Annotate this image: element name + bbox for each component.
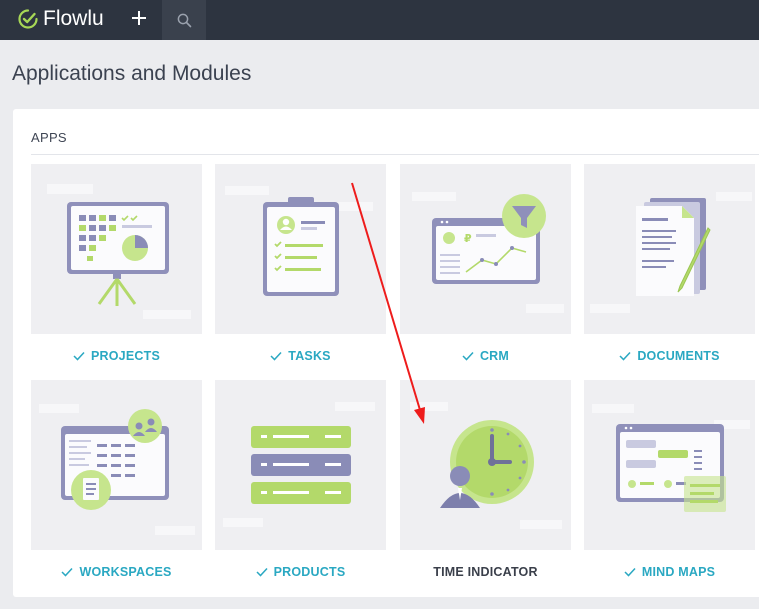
presentation-board-icon [67, 202, 169, 306]
section-divider [31, 154, 759, 155]
app-label: MIND MAPS [584, 550, 755, 594]
app-label: PROJECTS [31, 334, 202, 378]
search-icon [177, 13, 191, 27]
app-thumbnail [31, 164, 202, 334]
app-label: CRM [400, 334, 571, 378]
app-label: TIME INDICATOR [400, 550, 571, 594]
app-card-projects[interactable]: PROJECTS [31, 164, 202, 378]
app-label: TASKS [215, 334, 386, 378]
app-thumbnail [215, 380, 386, 550]
app-thumbnail [31, 380, 202, 550]
app-card-time-indicator[interactable]: TIME INDICATOR [400, 380, 571, 594]
documents-pen-icon [636, 198, 711, 296]
flowlu-logo[interactable]: Flowlu [18, 6, 104, 32]
app-label: DOCUMENTS [584, 334, 755, 378]
app-name: MIND MAPS [641, 565, 716, 579]
app-name: PRODUCTS [273, 565, 346, 579]
app-thumbnail [215, 164, 386, 334]
check-icon [256, 567, 268, 577]
app-card-products[interactable]: PRODUCTS [215, 380, 386, 594]
search-button[interactable] [162, 0, 206, 40]
check-icon [61, 567, 74, 577]
app-card-workspaces[interactable]: WORKSPACES [31, 380, 202, 594]
logo-check-icon [18, 9, 38, 29]
app-name: WORKSPACES [79, 565, 172, 579]
check-icon [73, 351, 85, 361]
clipboard-checklist-icon [263, 197, 339, 296]
app-thumbnail [584, 164, 755, 334]
workspaces-icon [61, 409, 169, 510]
top-navigation-bar: Flowlu [0, 0, 759, 40]
app-name: DOCUMENTS [637, 349, 720, 363]
app-card-documents[interactable]: DOCUMENTS [584, 164, 755, 378]
sales-funnel-chart-icon: ₽ [432, 194, 546, 284]
brand-name: Flowlu [43, 7, 104, 30]
mind-map-icon [616, 424, 726, 512]
svg-text:₽: ₽ [464, 232, 472, 245]
check-icon [270, 351, 282, 361]
apps-panel: APPS PROJECTS TASKS ₽ CRM DOCUMENTS WORK… [13, 109, 759, 597]
app-label: PRODUCTS [215, 550, 386, 594]
app-name: TASKS [288, 349, 331, 363]
app-card-crm[interactable]: ₽ CRM [400, 164, 571, 378]
product-list-icon [251, 426, 351, 504]
app-card-mind-maps[interactable]: MIND MAPS [584, 380, 755, 594]
page-title: Applications and Modules [12, 62, 252, 85]
clock-person-icon [440, 420, 534, 508]
app-name: TIME INDICATOR [433, 565, 538, 579]
section-title: APPS [31, 130, 67, 145]
check-icon [619, 351, 631, 361]
app-name: CRM [479, 349, 510, 363]
check-icon [462, 351, 474, 361]
app-card-tasks[interactable]: TASKS [215, 164, 386, 378]
app-thumbnail [584, 380, 755, 550]
add-button[interactable] [128, 6, 150, 30]
app-label: WORKSPACES [31, 550, 202, 594]
app-thumbnail [400, 380, 571, 550]
check-icon [624, 567, 636, 577]
plus-icon [132, 11, 146, 25]
app-name: PROJECTS [91, 349, 160, 363]
app-thumbnail: ₽ [400, 164, 571, 334]
